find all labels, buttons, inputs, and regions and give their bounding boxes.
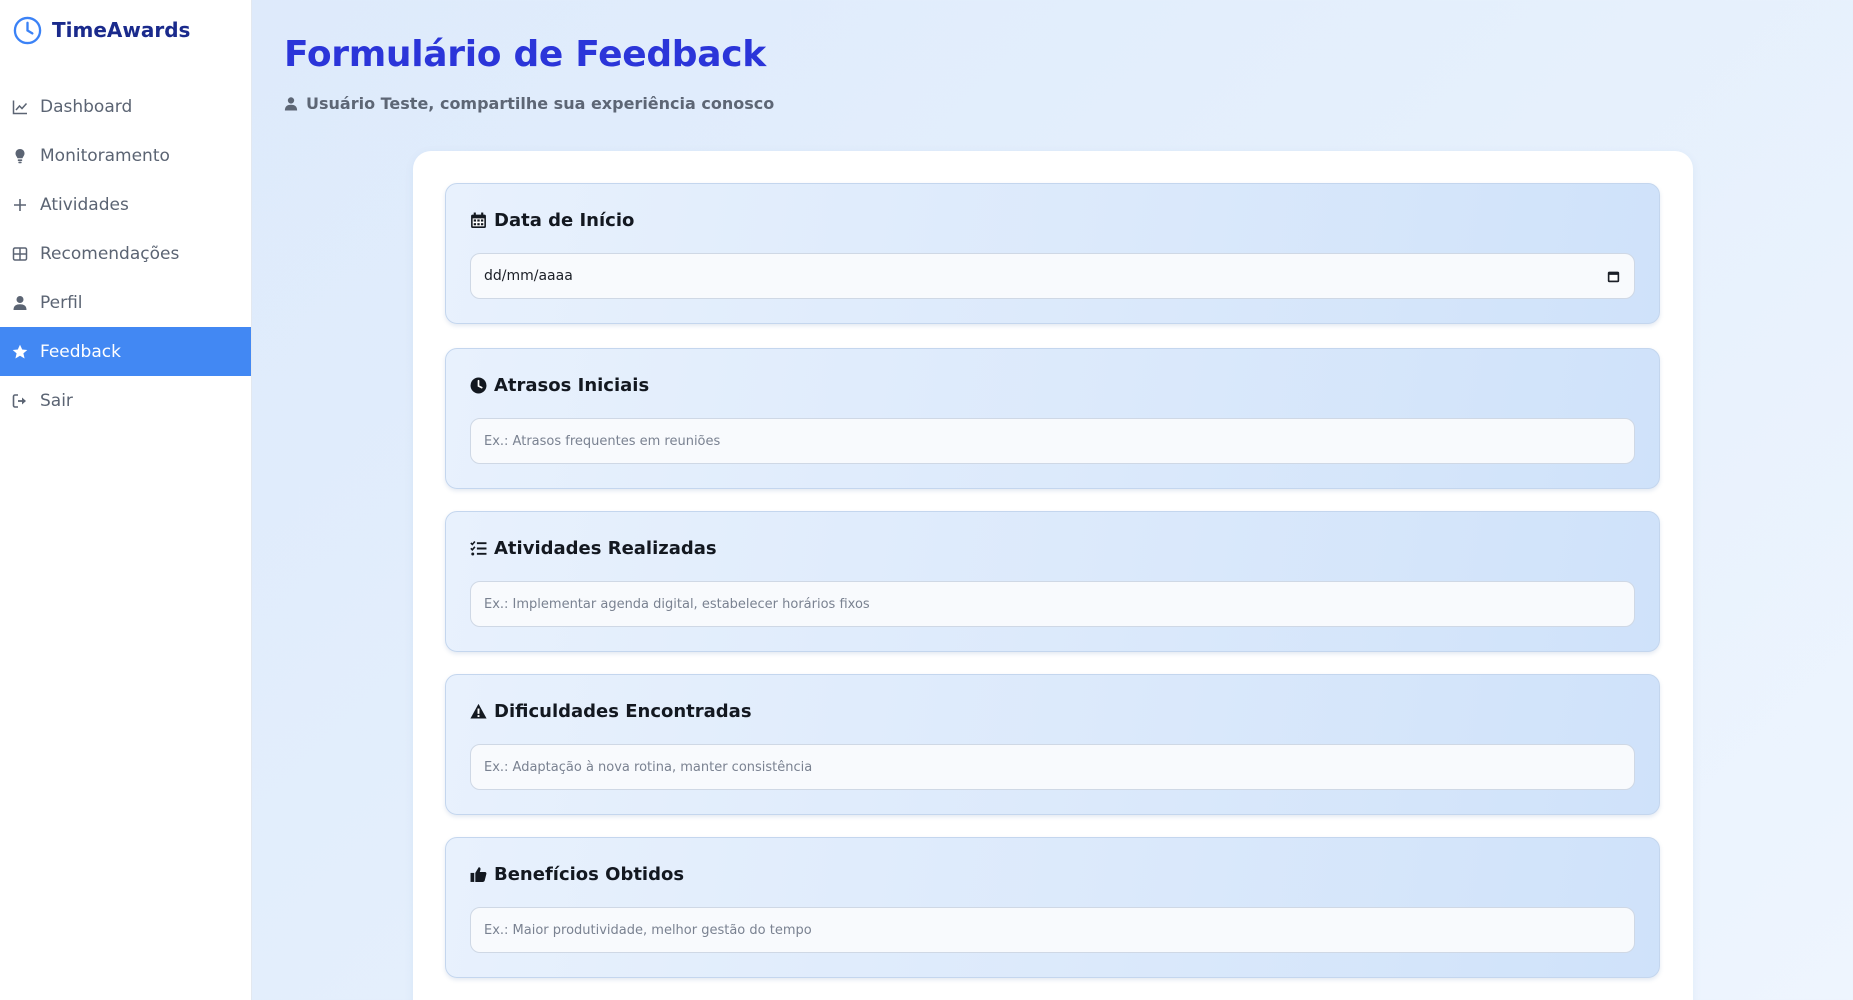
activities-done-input[interactable] (470, 581, 1635, 627)
grid-icon (12, 246, 28, 261)
main-content: Formulário de Feedback Usuário Teste, co… (252, 0, 1853, 1000)
brand[interactable]: TimeAwards (0, 0, 251, 60)
initial-delays-input[interactable] (470, 418, 1635, 464)
brand-name: TimeAwards (52, 18, 191, 42)
sidebar-item-sair[interactable]: Sair (0, 376, 251, 425)
user-icon (284, 97, 298, 111)
star-icon (12, 344, 28, 358)
start-date-input[interactable]: dd/mm/aaaa (470, 253, 1635, 299)
sidebar-item-label: Sair (40, 390, 73, 411)
sidebar-item-recomendacoes[interactable]: Recomendações (0, 229, 251, 278)
sidebar-item-label: Recomendações (40, 243, 180, 264)
user-icon (13, 295, 27, 310)
difficulties-input[interactable] (470, 744, 1635, 790)
page-subtitle: Usuário Teste, compartilhe sua experiênc… (284, 94, 774, 113)
calendar-picker-icon[interactable] (1607, 270, 1620, 283)
activities-done-label: Atividades Realizadas (470, 538, 717, 559)
warning-icon (470, 703, 487, 719)
plus-icon (14, 198, 26, 211)
sidebar-item-perfil[interactable]: Perfil (0, 278, 251, 327)
initial-delays-label: Atrasos Iniciais (470, 375, 649, 396)
checklist-icon (470, 540, 487, 556)
lightbulb-icon (15, 148, 25, 163)
sidebar-item-label: Feedback (40, 341, 121, 362)
sidebar-item-feedback[interactable]: Feedback (0, 327, 251, 376)
logout-icon (12, 393, 26, 408)
difficulties-label: Dificuldades Encontradas (470, 701, 752, 722)
start-date-label: Data de Início (470, 210, 634, 231)
sidebar-item-label: Perfil (40, 292, 83, 313)
start-date-value: dd/mm/aaaa (484, 268, 573, 284)
page-title: Formulário de Feedback (284, 34, 766, 75)
clock-logo-icon (13, 16, 42, 44)
difficulties-section: Dificuldades Encontradas (445, 674, 1660, 815)
sidebar-item-dashboard[interactable]: Dashboard (0, 82, 251, 131)
benefits-section: Benefícios Obtidos (445, 837, 1660, 978)
clock-icon (470, 377, 487, 394)
calendar-icon (471, 212, 486, 228)
subtitle-text: Usuário Teste, compartilhe sua experiênc… (306, 94, 775, 113)
thumbs-up-icon (470, 867, 487, 882)
start-date-section: Data de Início dd/mm/aaaa (445, 183, 1660, 324)
sidebar-item-label: Monitoramento (40, 145, 170, 166)
sidebar: TimeAwards Dashboard Monitoramento Ativi… (0, 0, 252, 1000)
sidebar-nav: Dashboard Monitoramento Atividades Recom… (0, 82, 251, 425)
sidebar-item-label: Atividades (40, 194, 129, 215)
benefits-label: Benefícios Obtidos (470, 864, 684, 885)
initial-delays-section: Atrasos Iniciais (445, 348, 1660, 489)
sidebar-item-label: Dashboard (40, 96, 133, 117)
sidebar-item-monitoramento[interactable]: Monitoramento (0, 131, 251, 180)
activities-done-section: Atividades Realizadas (445, 511, 1660, 652)
benefits-input[interactable] (470, 907, 1635, 953)
chart-line-icon (12, 100, 28, 114)
feedback-form: Data de Início dd/mm/aaaa Atrasos Inicia… (413, 151, 1693, 1000)
sidebar-item-atividades[interactable]: Atividades (0, 180, 251, 229)
